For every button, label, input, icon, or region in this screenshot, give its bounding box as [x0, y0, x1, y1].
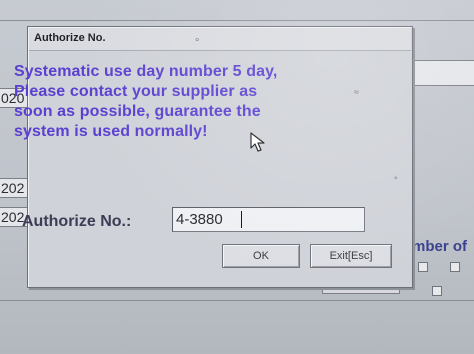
- background-checkbox[interactable]: [450, 262, 460, 272]
- dialog-title: Authorize No.: [34, 32, 106, 44]
- message-line: Please contact your supplier as: [14, 83, 258, 100]
- sparkle-icon: °: [394, 175, 398, 185]
- text-caret: [241, 211, 242, 228]
- background-checkbox[interactable]: [432, 286, 442, 296]
- background-label: mber of: [412, 238, 468, 255]
- authorize-label: Authorize No.:: [22, 213, 132, 230]
- warning-message: Systematic use day number 5 day, Please …: [14, 62, 364, 142]
- background-field[interactable]: 202: [0, 178, 30, 198]
- exit-button[interactable]: Exit[Esc]: [310, 244, 392, 268]
- ok-button[interactable]: OK: [222, 244, 300, 268]
- authorize-number-input[interactable]: [172, 207, 365, 232]
- mouse-pointer-icon: [250, 132, 265, 152]
- message-line: Systematic use day number 5 day,: [14, 63, 278, 80]
- message-line: soon as possible, guarantee the: [14, 103, 261, 120]
- background-divider: [0, 20, 474, 21]
- title-mark-icon: ∘: [194, 35, 201, 46]
- background-divider: [0, 300, 474, 301]
- background-field[interactable]: [405, 60, 474, 86]
- dialog-titlebar[interactable]: Authorize No. ∘: [29, 28, 411, 51]
- background-checkbox[interactable]: [418, 262, 428, 272]
- message-line: system is used normally!: [14, 123, 208, 140]
